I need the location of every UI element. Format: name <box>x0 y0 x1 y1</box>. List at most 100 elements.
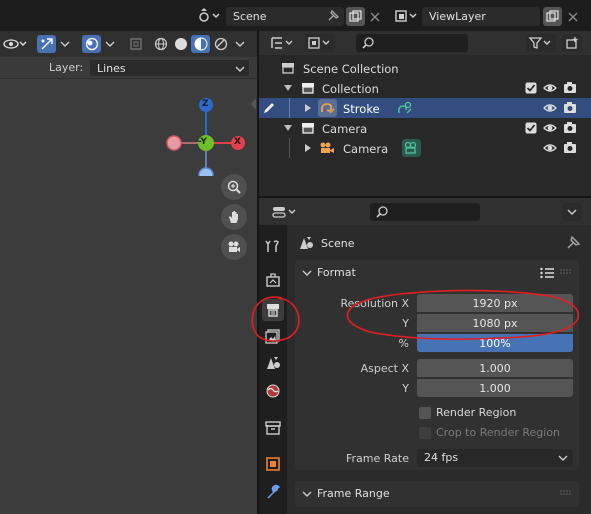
row-label: Scene Collection <box>303 62 399 76</box>
shading-wireframe-icon[interactable] <box>151 35 170 53</box>
gizmo-dropdown-icon[interactable] <box>58 35 72 53</box>
zoom-icon[interactable] <box>221 174 247 200</box>
grease-pencil-data-icon <box>397 100 413 116</box>
eye-icon[interactable] <box>543 141 557 155</box>
render-camera-icon[interactable] <box>563 101 577 115</box>
delete-viewlayer-icon[interactable] <box>564 7 582 26</box>
scene-type-icon[interactable] <box>196 7 224 25</box>
outliner-row-scene-collection[interactable]: Scene Collection <box>259 58 591 78</box>
outliner-row-camera-object[interactable]: Camera <box>259 138 591 158</box>
filter-icon[interactable] <box>526 34 556 52</box>
tab-scene[interactable] <box>262 352 284 374</box>
expand-right-icon[interactable] <box>304 104 312 112</box>
tab-output[interactable] <box>262 299 284 321</box>
shading-material-icon[interactable] <box>191 35 210 53</box>
eye-icon[interactable] <box>543 101 557 115</box>
navigation-gizmo[interactable]: Z X -Y <box>160 91 250 176</box>
delete-scene-icon[interactable] <box>366 7 384 26</box>
expand-right-icon[interactable] <box>304 144 312 152</box>
scene-context-icon <box>298 235 314 251</box>
viewlayer-type-icon[interactable] <box>394 7 420 25</box>
expand-down-icon[interactable] <box>284 124 292 132</box>
outliner-search-input[interactable] <box>356 34 468 52</box>
new-scene-icon[interactable] <box>346 7 365 26</box>
new-viewlayer-icon[interactable] <box>543 7 562 26</box>
tab-tool[interactable] <box>262 235 284 257</box>
tab-render[interactable] <box>262 269 284 291</box>
resolution-percent-slider[interactable]: 100% <box>417 334 573 352</box>
exclude-checkbox[interactable] <box>525 122 537 134</box>
display-mode-icon[interactable] <box>305 34 335 52</box>
new-collection-icon[interactable] <box>562 34 582 52</box>
row-label: Collection <box>322 82 379 96</box>
exclude-checkbox[interactable] <box>525 82 537 94</box>
drag-grip-icon[interactable] <box>560 490 572 496</box>
properties-main: Scene Format Resolution X Y % Aspect X Y… <box>289 225 591 514</box>
crop-region-checkbox[interactable] <box>419 427 431 439</box>
object-visibility-icon[interactable] <box>2 35 32 53</box>
outliner-row-collection[interactable]: Collection <box>259 78 591 98</box>
render-camera-icon[interactable] <box>563 81 577 95</box>
tab-view-layer[interactable] <box>262 325 284 347</box>
outliner-row-stroke[interactable]: Stroke <box>259 98 591 118</box>
viewlayer-name: ViewLayer <box>429 10 486 23</box>
drag-grip-icon[interactable] <box>560 269 572 275</box>
properties-editor-type-icon[interactable] <box>271 203 301 221</box>
tab-modifiers[interactable] <box>262 481 284 503</box>
viewport-canvas[interactable]: Z X -Y <box>0 79 257 514</box>
properties-header <box>259 198 591 225</box>
shading-solid-icon[interactable] <box>171 35 190 53</box>
sidebar-toggle-handle[interactable] <box>249 97 257 111</box>
shading-dropdown-icon[interactable] <box>232 35 248 53</box>
eye-icon[interactable] <box>543 81 557 95</box>
frame-rate-dropdown[interactable]: 24 fps <box>417 449 573 467</box>
tree-line <box>289 98 290 118</box>
gizmo-y-label: -Y <box>198 137 207 147</box>
presets-list-icon[interactable] <box>539 265 555 281</box>
properties-search-input[interactable] <box>370 203 480 221</box>
render-camera-icon[interactable] <box>563 121 577 135</box>
aspect-x-label: Aspect X <box>360 362 409 375</box>
scene-name: Scene <box>233 10 267 23</box>
layer-dropdown[interactable]: Lines <box>89 59 250 77</box>
resolution-x-field[interactable]: 1920 px <box>417 294 573 312</box>
xray-toggle-icon[interactable] <box>126 35 146 53</box>
render-region-checkbox[interactable] <box>419 407 431 419</box>
aspect-x-field[interactable]: 1.000 <box>417 359 573 377</box>
gizmo-neg-x-handle[interactable] <box>166 135 182 151</box>
resolution-y-value: 1080 px <box>472 316 518 330</box>
options-dropdown-icon[interactable] <box>562 203 582 221</box>
aspect-x-value: 1.000 <box>479 361 511 375</box>
overlay-dropdown-icon[interactable] <box>103 35 117 53</box>
properties-editor: Scene Format Resolution X Y % Aspect X Y… <box>259 198 591 514</box>
tab-world[interactable] <box>262 380 284 402</box>
resolution-y-field[interactable]: 1080 px <box>417 314 573 332</box>
gizmo-toggle-icon[interactable] <box>37 35 56 53</box>
render-region-label[interactable]: Render Region <box>436 406 516 419</box>
eye-icon[interactable] <box>543 121 557 135</box>
viewport-3d[interactable]: Layer: Lines Z X -Y <box>0 31 257 514</box>
camera-object-icon <box>319 141 335 155</box>
shading-rendered-icon[interactable] <box>211 35 230 53</box>
pin-icon[interactable] <box>326 9 340 23</box>
outliner-row-camera-collection[interactable]: Camera <box>259 118 591 138</box>
pin-icon[interactable] <box>565 235 581 251</box>
top-bar: Scene ViewLayer <box>0 0 591 31</box>
outliner-editor-type-icon[interactable] <box>269 34 297 52</box>
render-camera-icon[interactable] <box>563 141 577 155</box>
search-icon <box>361 36 375 50</box>
scene-name-field[interactable]: Scene <box>226 7 344 26</box>
camera-view-icon[interactable] <box>221 234 247 260</box>
gizmo-neg-z-handle[interactable] <box>198 167 214 176</box>
aspect-y-field[interactable]: 1.000 <box>417 379 573 397</box>
tab-object[interactable] <box>262 453 284 475</box>
expand-down-icon[interactable] <box>284 84 292 92</box>
frame-range-panel[interactable]: Frame Range <box>295 481 579 507</box>
pan-hand-icon[interactable] <box>221 204 247 230</box>
crop-region-label[interactable]: Crop to Render Region <box>436 426 560 439</box>
tab-collection[interactable] <box>262 417 284 439</box>
overlay-toggle-icon[interactable] <box>82 35 101 53</box>
row-label: Stroke <box>343 102 380 116</box>
viewlayer-name-field[interactable]: ViewLayer <box>422 7 540 26</box>
pencil-icon[interactable] <box>262 101 276 115</box>
